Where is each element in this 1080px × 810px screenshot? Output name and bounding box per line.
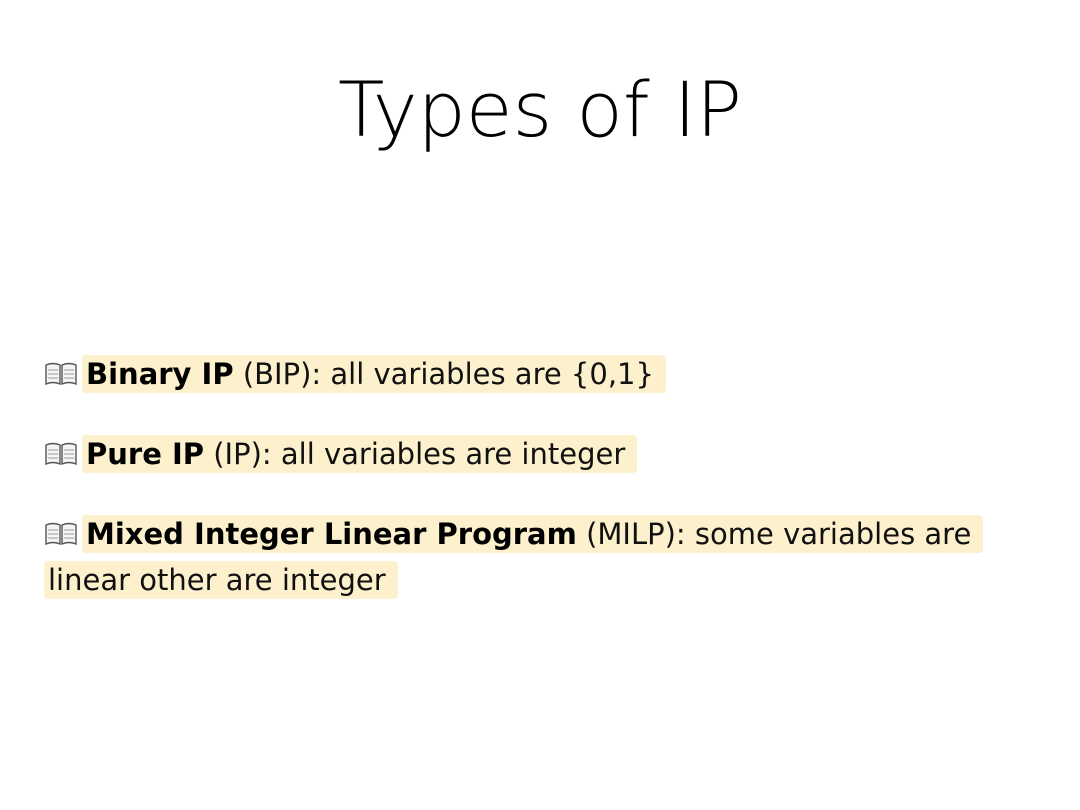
- open-book-icon: [45, 362, 77, 386]
- slide-title: Types of IP: [338, 65, 742, 154]
- slide: Types of IP Binary IP (BIP): all variabl…: [0, 0, 1080, 810]
- item-term: Pure IP: [86, 437, 205, 471]
- item-description: (BIP): all variables are {0,1}: [233, 357, 654, 391]
- list-item-binary-ip: Binary IP (BIP): all variables are {0,1}: [44, 351, 666, 397]
- item-term: Mixed Integer Linear Program: [86, 517, 577, 551]
- open-book-icon: [45, 442, 77, 466]
- open-book-icon: [45, 522, 77, 546]
- item-description: (IP): all variables are integer: [204, 437, 626, 471]
- list-item-milp: Mixed Integer Linear Program (MILP): som…: [44, 511, 1024, 603]
- item-text: Binary IP (BIP): all variables are {0,1}: [82, 355, 666, 393]
- item-text: Pure IP (IP): all variables are integer: [82, 435, 638, 473]
- list-item-pure-ip: Pure IP (IP): all variables are integer: [44, 431, 638, 477]
- item-text: Mixed Integer Linear Program (MILP): som…: [44, 515, 984, 599]
- item-term: Binary IP: [86, 357, 234, 391]
